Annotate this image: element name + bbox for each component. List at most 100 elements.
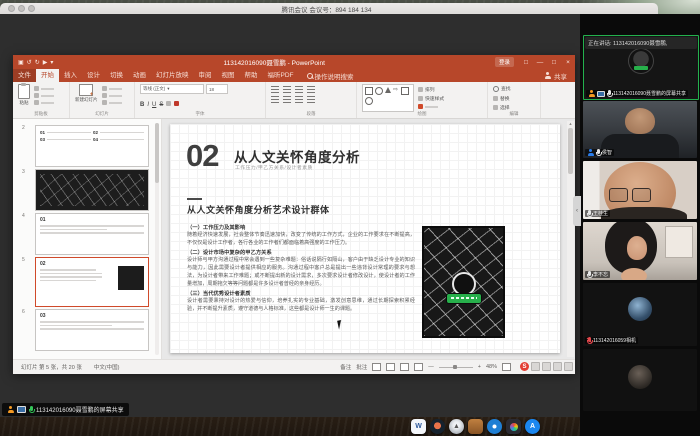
emoji-icon[interactable] bbox=[553, 362, 562, 371]
quick-styles-button[interactable]: 快速样式 bbox=[418, 95, 444, 102]
tab-home[interactable]: 开始 bbox=[36, 69, 59, 82]
indent-icon[interactable] bbox=[295, 86, 303, 93]
tab-slideshow[interactable]: 幻灯片放映 bbox=[151, 69, 194, 82]
canvas-scrollbar[interactable]: ▲ bbox=[567, 121, 574, 357]
sogou-icon[interactable]: S bbox=[520, 362, 529, 371]
meeting-app-icon[interactable] bbox=[430, 419, 445, 434]
align-right-icon[interactable] bbox=[295, 96, 303, 103]
language-indicator[interactable]: 中文(中国) bbox=[94, 363, 120, 371]
zoom-slider[interactable] bbox=[439, 367, 473, 368]
comments-toggle[interactable]: 批注 bbox=[356, 363, 367, 371]
keyboard-icon[interactable] bbox=[542, 362, 551, 371]
tell-me-search[interactable]: 操作说明搜索 bbox=[307, 71, 354, 81]
minimize-window-button[interactable] bbox=[18, 5, 25, 12]
tab-view[interactable]: 视图 bbox=[217, 69, 240, 82]
tab-review[interactable]: 审阅 bbox=[194, 69, 217, 82]
tab-foxit-pdf[interactable]: 福昕PDF bbox=[263, 69, 299, 82]
thumbnail-scrollbar[interactable] bbox=[155, 123, 159, 355]
select-button[interactable]: 选择 bbox=[493, 104, 511, 111]
undo-icon[interactable]: ↺ bbox=[27, 59, 32, 66]
ribbon-tab-bar: 文件 开始 插入 设计 切换 动画 幻灯片放映 审阅 视图 帮助 福昕PDF 操… bbox=[13, 69, 575, 82]
participant-tile-avatar[interactable] bbox=[583, 349, 697, 411]
cut-button[interactable] bbox=[34, 86, 54, 91]
photos-app-icon[interactable] bbox=[506, 419, 521, 434]
ribbon-display-icon[interactable]: □ bbox=[519, 59, 533, 66]
zoom-percent[interactable]: 48% bbox=[486, 364, 497, 370]
tab-transitions[interactable]: 切换 bbox=[105, 69, 128, 82]
shape-fill-button[interactable] bbox=[418, 104, 444, 109]
reset-button[interactable] bbox=[102, 93, 122, 98]
safari-icon[interactable] bbox=[487, 419, 502, 434]
group-font: 等线 (正文)▾ 18 B I U S 字体 bbox=[135, 82, 266, 118]
zoom-window-button[interactable] bbox=[28, 5, 35, 12]
font-size-select[interactable]: 18 bbox=[206, 84, 228, 94]
reading-view-icon[interactable] bbox=[400, 363, 409, 371]
italic-button[interactable]: I bbox=[147, 102, 149, 108]
slide-thumbnail-5-selected[interactable]: 02 bbox=[35, 257, 149, 307]
zoom-in-button[interactable]: + bbox=[478, 364, 481, 370]
participant-tile-video[interactable]: 侯智 bbox=[583, 101, 697, 158]
numbering-icon[interactable] bbox=[283, 86, 291, 93]
shapes-gallery[interactable]: ⇨ bbox=[362, 84, 414, 112]
save-icon[interactable]: ▣ bbox=[18, 59, 24, 66]
redo-icon[interactable]: ↻ bbox=[35, 59, 40, 66]
maximize-button[interactable]: □ bbox=[547, 59, 561, 66]
strikethrough-button[interactable]: S bbox=[159, 102, 163, 108]
arrange-button[interactable]: 排列 bbox=[418, 86, 444, 93]
replace-button[interactable]: 替换 bbox=[493, 95, 511, 102]
sidebar-collapse-handle[interactable]: ‹ bbox=[573, 196, 581, 226]
avatar bbox=[628, 48, 654, 74]
slide-thumbnail-6[interactable]: 03 bbox=[35, 309, 149, 351]
align-left-icon[interactable] bbox=[271, 96, 279, 103]
tab-insert[interactable]: 插入 bbox=[59, 69, 82, 82]
tab-help[interactable]: 帮助 bbox=[240, 69, 263, 82]
input-settings-icon[interactable] bbox=[564, 362, 573, 371]
participant-tile-video[interactable]: 王桂生 bbox=[583, 161, 697, 219]
thumb-number: 3 bbox=[22, 169, 25, 175]
login-button[interactable]: 登录 bbox=[495, 57, 514, 67]
normal-view-icon[interactable] bbox=[372, 363, 381, 371]
notes-toggle[interactable]: 备注 bbox=[340, 363, 351, 371]
word-app-icon[interactable]: W bbox=[411, 419, 426, 434]
font-color-button[interactable] bbox=[174, 101, 179, 106]
close-window-button[interactable] bbox=[8, 5, 15, 12]
share-button[interactable]: 共享 bbox=[544, 71, 567, 81]
new-slide-icon bbox=[79, 84, 93, 96]
section-button[interactable] bbox=[102, 100, 122, 105]
copy-button[interactable] bbox=[34, 93, 54, 98]
input-mode-icon[interactable] bbox=[531, 362, 540, 371]
text-shadow-button[interactable] bbox=[166, 101, 171, 106]
books-app-icon[interactable] bbox=[468, 419, 483, 434]
appstore-icon[interactable]: A bbox=[525, 419, 540, 434]
tab-file[interactable]: 文件 bbox=[13, 69, 36, 82]
paste-button[interactable]: 粘贴 bbox=[18, 84, 30, 106]
font-name-select[interactable]: 等线 (正文)▾ bbox=[140, 84, 204, 94]
line-spacing-icon[interactable] bbox=[307, 86, 315, 93]
minimize-button[interactable]: — bbox=[533, 59, 547, 66]
slide-sorter-icon[interactable] bbox=[386, 363, 395, 371]
find-button[interactable]: 查找 bbox=[493, 85, 511, 92]
zoom-out-button[interactable]: — bbox=[428, 364, 434, 370]
align-center-icon[interactable] bbox=[283, 96, 291, 103]
bullets-icon[interactable] bbox=[271, 86, 279, 93]
thumbnail-image bbox=[118, 266, 144, 290]
slide-thumbnail-4[interactable]: 01 bbox=[35, 213, 149, 255]
slideshow-view-icon[interactable] bbox=[414, 363, 423, 371]
slide-thumbnail-2[interactable]: 01 02 03 04 bbox=[35, 125, 149, 167]
underline-button[interactable]: U bbox=[152, 102, 156, 108]
tab-design[interactable]: 设计 bbox=[82, 69, 105, 82]
justify-icon[interactable] bbox=[307, 96, 315, 103]
fit-to-window-icon[interactable] bbox=[502, 363, 511, 371]
participant-tile-video[interactable]: 李不忘 bbox=[583, 222, 697, 280]
slide-thumbnail-3[interactable] bbox=[35, 169, 149, 211]
launchpad-icon[interactable]: ▲ bbox=[449, 419, 464, 434]
bold-button[interactable]: B bbox=[140, 102, 144, 108]
new-slide-button[interactable]: 新建幻灯片 bbox=[75, 84, 98, 103]
mic-icon bbox=[587, 271, 591, 278]
tab-animations[interactable]: 动画 bbox=[128, 69, 151, 82]
layout-button[interactable] bbox=[102, 86, 122, 91]
slideshow-icon[interactable]: ▶ bbox=[43, 59, 48, 66]
close-button[interactable]: × bbox=[561, 59, 575, 66]
participant-tile-avatar[interactable]: 113142016059相机 bbox=[583, 283, 697, 346]
format-painter-button[interactable] bbox=[34, 100, 54, 105]
